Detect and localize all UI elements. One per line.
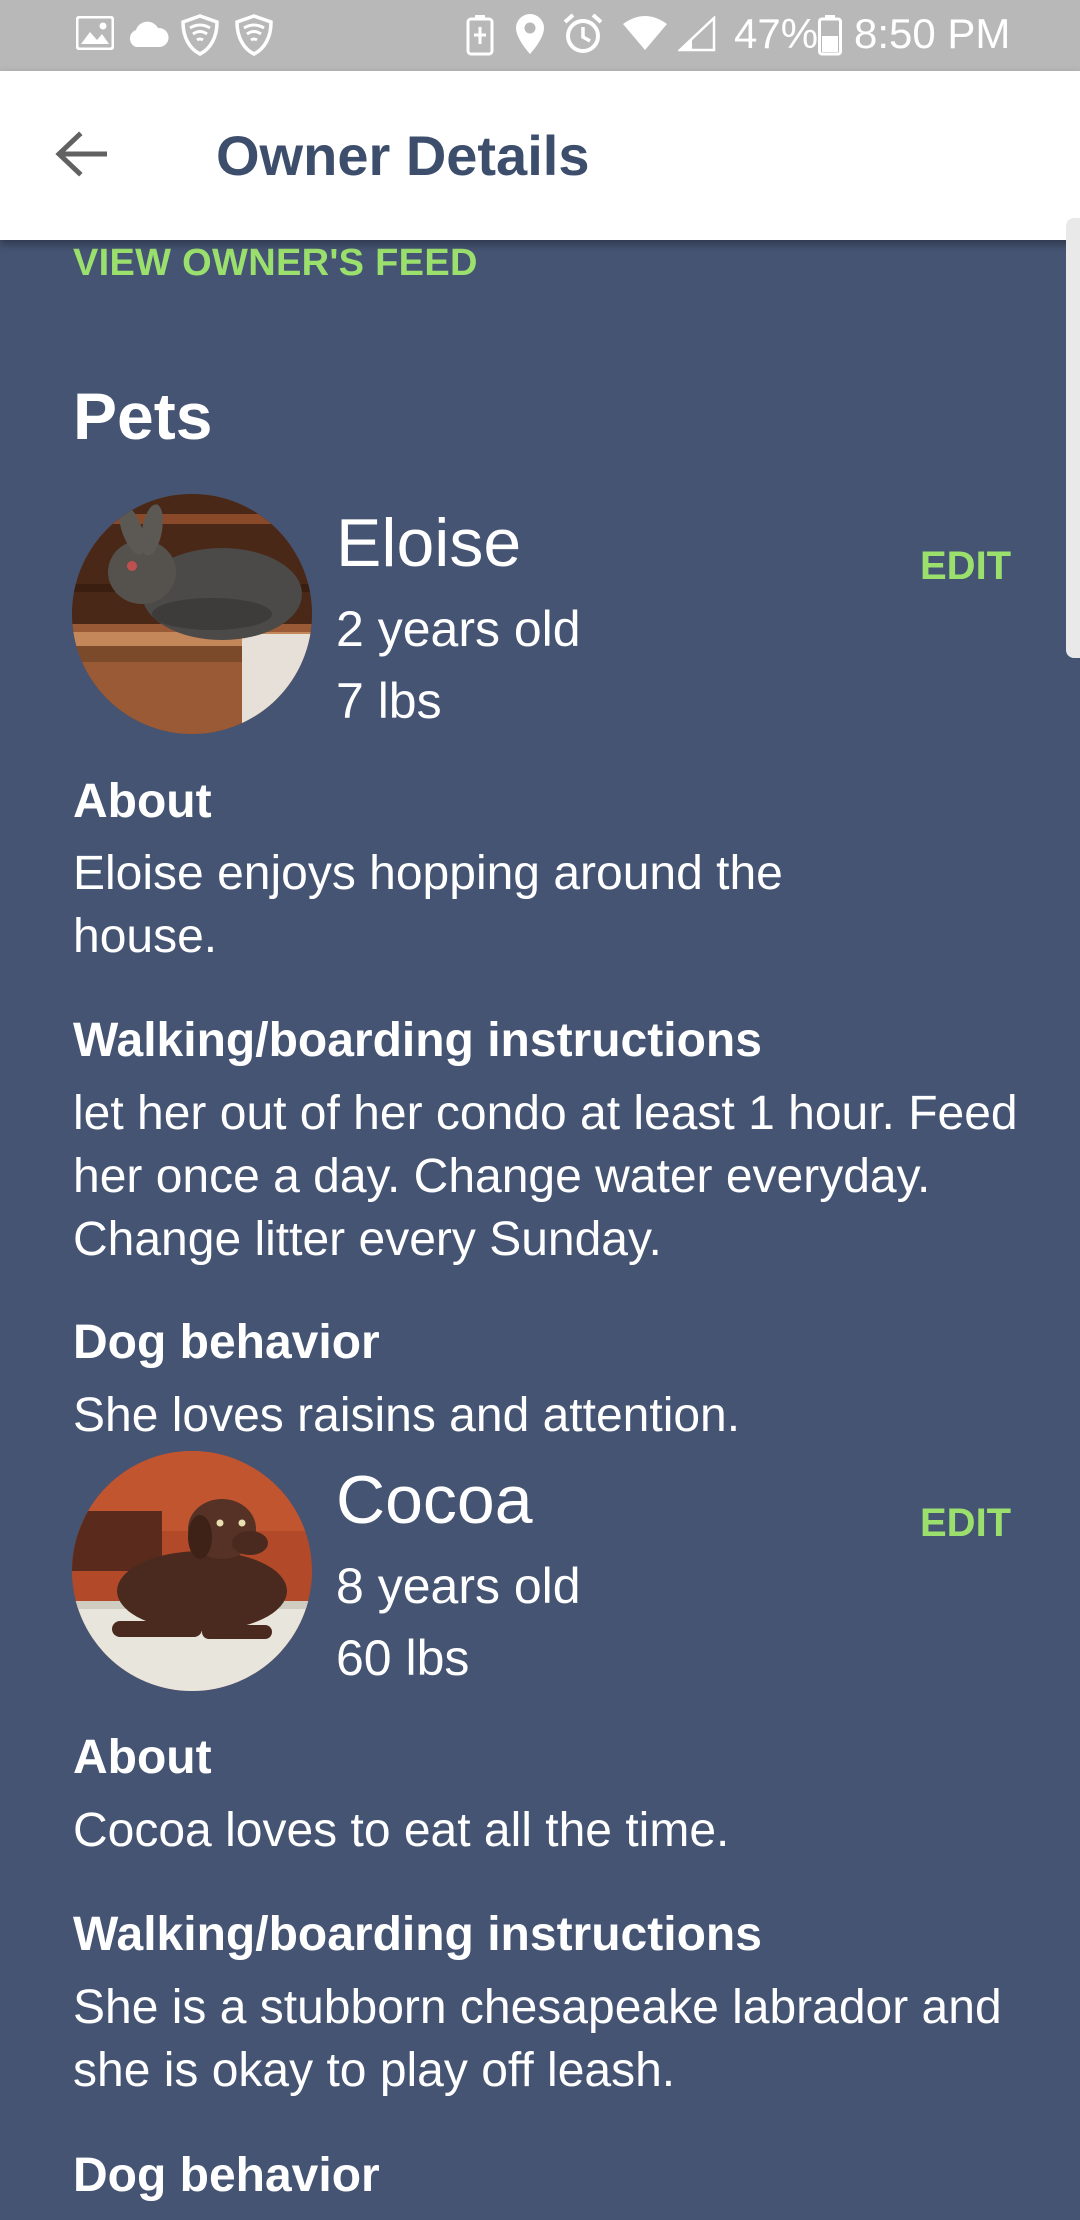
app-bar: Owner Details xyxy=(0,71,1080,240)
cloud-icon xyxy=(126,20,170,53)
behavior-label: Dog behavior xyxy=(73,1316,380,1369)
scrollbar[interactable] xyxy=(1066,218,1080,658)
page-title: Owner Details xyxy=(216,124,590,187)
behavior-text: She loves raisins and attention. xyxy=(73,1389,741,1442)
pet-weight: 60 lbs xyxy=(336,1630,470,1686)
about-text: Cocoa loves to eat all the time. xyxy=(73,1804,730,1857)
pet-photo xyxy=(72,1451,312,1691)
shield-icon xyxy=(180,14,220,61)
image-icon xyxy=(75,15,115,55)
instructions-text: let her out of her condo at least 1 hour… xyxy=(73,1087,1018,1266)
about-label: About xyxy=(73,775,212,828)
instructions-label: Walking/boarding instructions xyxy=(73,1014,762,1067)
alarm-icon xyxy=(562,12,604,61)
shield-icon xyxy=(234,14,274,61)
behavior-label: Dog behavior xyxy=(73,2149,380,2202)
signal-icon xyxy=(676,15,716,57)
pet-age: 8 years old xyxy=(336,1558,581,1614)
dog-photo xyxy=(72,1451,312,1691)
battery-percent: 47% xyxy=(734,10,819,57)
clock: 8:50 PM xyxy=(854,10,1011,57)
edit-pet-button[interactable]: EDIT xyxy=(920,544,1011,589)
edit-pet-button[interactable]: EDIT xyxy=(920,1501,1011,1546)
pet-weight: 7 lbs xyxy=(336,673,442,729)
instructions-label: Walking/boarding instructions xyxy=(73,1908,762,1961)
owner-details-screen: 47% 8:50 PM Owner Details VIEW OWNER'S F… xyxy=(0,0,1080,2220)
battery-saver-icon xyxy=(466,14,494,61)
rabbit-photo xyxy=(72,494,312,734)
pet-age: 2 years old xyxy=(336,601,581,657)
instructions-text: She is a stubborn chesapeake labrador an… xyxy=(73,1981,1002,2097)
about-text: Eloise enjoys hopping around the house. xyxy=(73,847,783,963)
about-label: About xyxy=(73,1731,212,1784)
status-bar: 47% 8:50 PM xyxy=(0,0,1080,71)
view-owners-feed-link[interactable]: VIEW OWNER'S FEED xyxy=(73,242,478,285)
back-arrow-icon xyxy=(55,130,108,182)
pet-name: Eloise xyxy=(336,505,522,581)
back-button[interactable] xyxy=(38,113,124,199)
pets-heading: Pets xyxy=(73,379,213,453)
pet-name: Cocoa xyxy=(336,1462,533,1538)
battery-icon xyxy=(818,14,842,61)
location-icon xyxy=(514,12,546,61)
pet-photo xyxy=(72,494,312,734)
wifi-icon xyxy=(622,14,668,57)
